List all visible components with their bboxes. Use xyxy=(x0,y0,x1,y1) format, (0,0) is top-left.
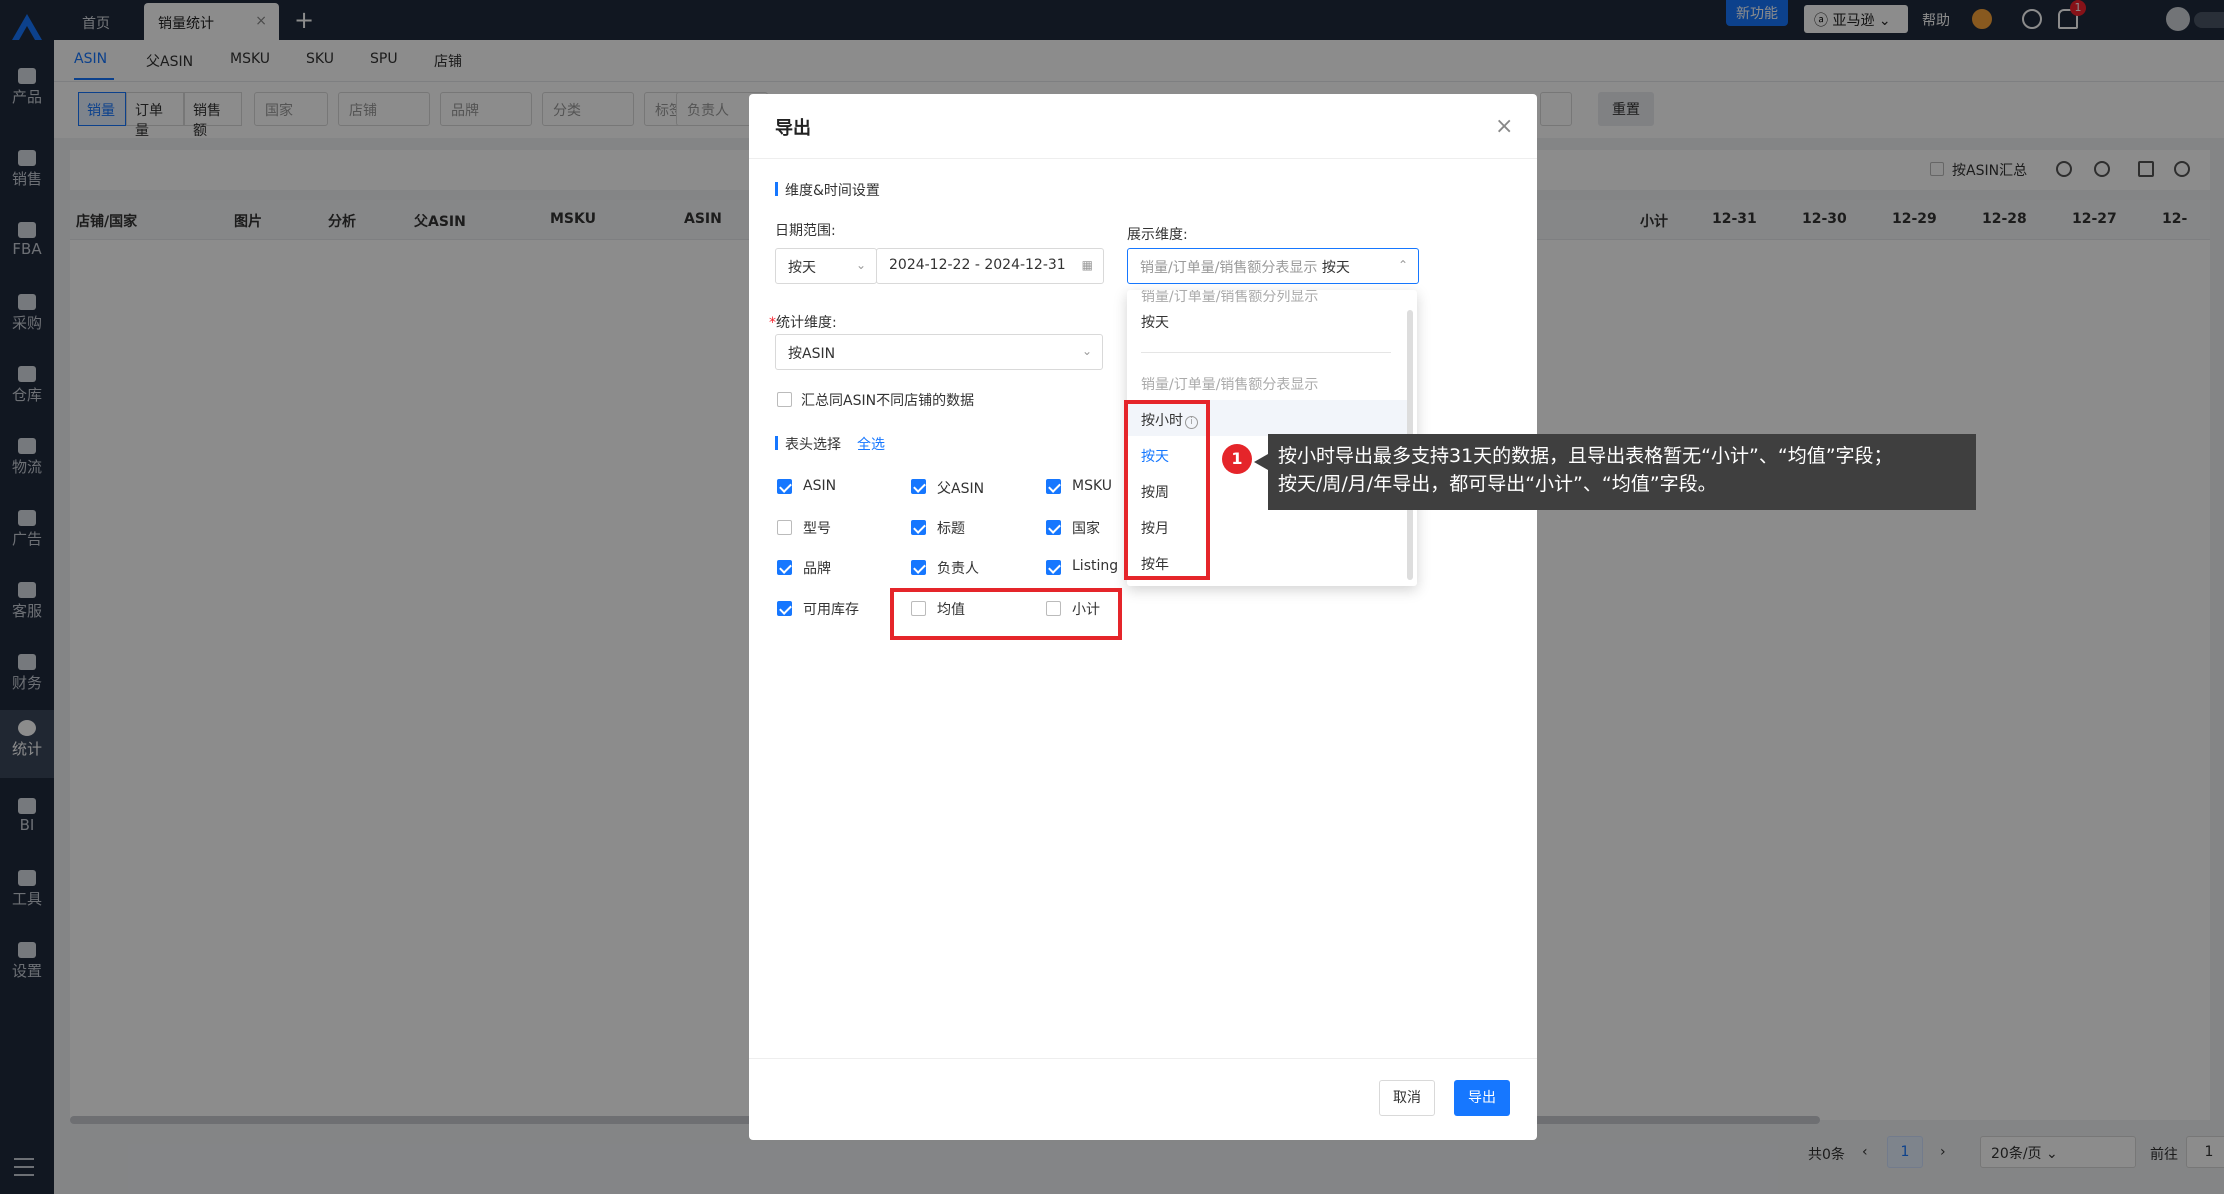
calendar-icon: ▦ xyxy=(1081,258,1093,272)
stat-dim-label-text: 统计维度: xyxy=(776,315,837,331)
section-header-select: 表头选择 xyxy=(775,434,841,454)
col-checkbox-model[interactable] xyxy=(777,520,792,535)
date-range-label: 日期范围: xyxy=(775,223,836,239)
annotation-tooltip: 按小时导出最多支持31天的数据，且导出表格暂无“小计”、“均值”字段； 按天/周… xyxy=(1254,434,1976,510)
cancel-button[interactable]: 取消 xyxy=(1379,1080,1435,1116)
select-all-link[interactable]: 全选 xyxy=(857,434,885,454)
export-dialog: 导出 × 维度&时间设置 日期范围: 按天 ⌄ 2024-12-22 - 2024… xyxy=(749,94,1537,1140)
annotation-box-options xyxy=(1124,400,1210,580)
col-checkbox-msku[interactable] xyxy=(1046,479,1061,494)
col-checkbox-title[interactable] xyxy=(911,520,926,535)
display-dimension-select[interactable]: 销量/订单量/销售额分表显示 按天 ⌃ xyxy=(1127,248,1419,284)
col-label-parent-asin: 父ASIN xyxy=(937,481,985,497)
required-mark: * xyxy=(769,315,776,331)
col-label-available-stock: 可用库存 xyxy=(803,602,859,618)
export-button[interactable]: 导出 xyxy=(1454,1080,1510,1116)
date-range-input[interactable]: 2024-12-22 - 2024-12-31 ▦ xyxy=(876,248,1104,284)
col-checkbox-country[interactable] xyxy=(1046,520,1061,535)
merge-stores-label: 汇总同ASIN不同店铺的数据 xyxy=(801,393,975,409)
display-dim-group: 销量/订单量/销售额分表显示 xyxy=(1140,260,1318,276)
close-icon[interactable]: × xyxy=(1495,114,1513,139)
col-label-owner: 负责人 xyxy=(937,561,979,577)
chevron-down-icon: ⌄ xyxy=(855,258,866,272)
section-dimension-time: 维度&时间设置 xyxy=(775,180,880,200)
footer-divider xyxy=(749,1058,1537,1059)
annotation-box-columns xyxy=(890,588,1122,640)
option-day-columns[interactable]: 按天 xyxy=(1141,312,1169,332)
col-checkbox-parent-asin[interactable] xyxy=(911,479,926,494)
dropdown-group-tables: 销量/订单量/销售额分表显示 xyxy=(1141,377,1319,393)
col-label-msku: MSKU xyxy=(1072,478,1113,494)
annotation-marker: 1 xyxy=(1222,444,1252,474)
col-checkbox-available-stock[interactable] xyxy=(777,601,792,616)
col-label-country: 国家 xyxy=(1072,521,1100,537)
chevron-down-icon: ⌄ xyxy=(1081,344,1092,358)
dropdown-group-columns: 销量/订单量/销售额分列显示 xyxy=(1141,290,1319,305)
col-label-listing: Listing xyxy=(1072,558,1119,574)
date-separator: - xyxy=(974,257,980,273)
col-label-title: 标题 xyxy=(937,521,965,537)
col-label-model: 型号 xyxy=(803,521,831,537)
date-end: 2024-12-31 xyxy=(984,257,1066,273)
tooltip-line-2: 按天/周/月/年导出，都可导出“小计”、“均值”字段。 xyxy=(1278,473,1717,495)
stat-dim-value: 按ASIN xyxy=(788,346,836,362)
col-checkbox-owner[interactable] xyxy=(911,560,926,575)
display-dim-value: 按天 xyxy=(1321,260,1350,276)
col-label-asin: ASIN xyxy=(803,478,837,494)
col-checkbox-brand[interactable] xyxy=(777,560,792,575)
tooltip-line-1: 按小时导出最多支持31天的数据，且导出表格暂无“小计”、“均值”字段； xyxy=(1278,445,1893,467)
dialog-divider xyxy=(749,158,1537,159)
dropdown-separator xyxy=(1141,352,1391,353)
date-granularity-select[interactable]: 按天 ⌄ xyxy=(775,248,877,284)
dialog-title: 导出 xyxy=(775,118,811,139)
display-dim-label: 展示维度: xyxy=(1127,227,1188,243)
chevron-up-icon: ⌃ xyxy=(1397,258,1408,272)
date-start: 2024-12-22 xyxy=(889,257,971,273)
stat-dim-label: *统计维度: xyxy=(769,312,837,332)
merge-stores-checkbox[interactable] xyxy=(777,392,792,407)
stat-dimension-select[interactable]: 按ASIN ⌄ xyxy=(775,334,1103,370)
date-granularity-value: 按天 xyxy=(788,260,816,276)
col-checkbox-listing[interactable] xyxy=(1046,560,1061,575)
col-checkbox-asin[interactable] xyxy=(777,479,792,494)
col-label-brand: 品牌 xyxy=(803,561,831,577)
